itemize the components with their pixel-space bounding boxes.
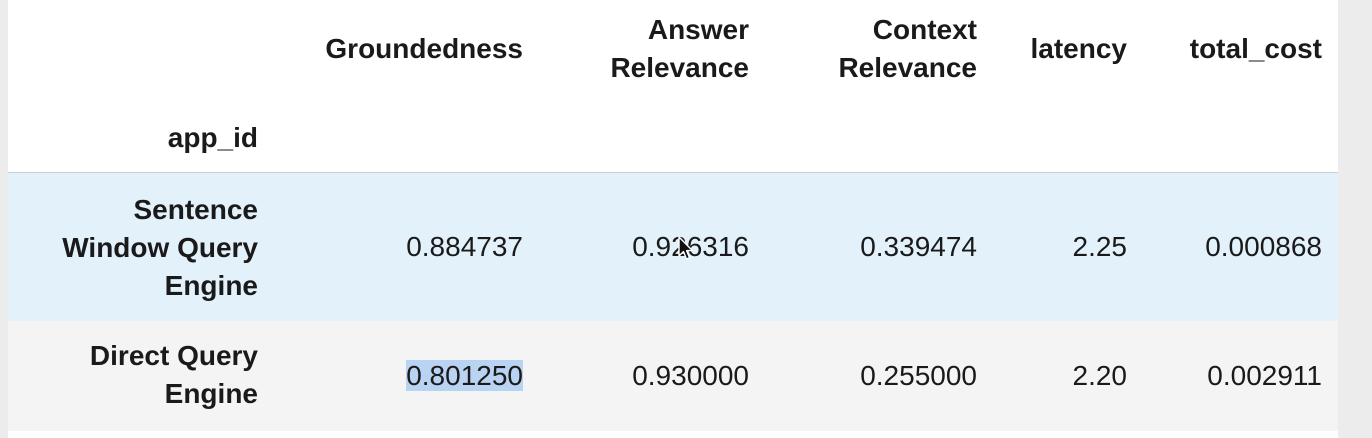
column-header-latency: latency	[1030, 33, 1128, 64]
column-header-context-relevance: Context Relevance	[838, 14, 977, 83]
row-index-label: Direct Query Engine	[89, 340, 258, 409]
table-row: Direct Query Engine 0.801250 0.930000 0.…	[8, 321, 1338, 431]
mouse-pointer-icon	[678, 236, 694, 260]
cell-latency: 2.25	[1072, 231, 1128, 262]
column-header-answer-relevance: Answer Relevance	[610, 14, 749, 83]
cell-answer-relevance: 0.930000	[632, 360, 749, 391]
selected-text[interactable]: 0.801250	[406, 360, 523, 391]
table-row: Sentence Window Query Engine 0.884737 0.…	[8, 173, 1338, 321]
column-header-groundedness: Groundedness	[325, 33, 523, 64]
cell-context-relevance: 0.255000	[860, 360, 977, 391]
cell-latency: 2.20	[1072, 360, 1128, 391]
cell-total-cost: 0.000868	[1205, 231, 1322, 262]
column-header-total-cost: total_cost	[1189, 33, 1322, 64]
row-index-label: Sentence Window Query Engine	[62, 194, 258, 301]
dataframe-table: Groundedness Answer Relevance Context Re…	[8, 0, 1338, 438]
cell-total-cost: 0.002911	[1207, 360, 1322, 391]
cell-context-relevance: 0.339474	[860, 231, 977, 262]
table-header: Groundedness Answer Relevance Context Re…	[8, 0, 1338, 173]
table-bottom-edge	[8, 431, 1338, 438]
cell-groundedness[interactable]: 0.801250	[406, 357, 523, 395]
cell-groundedness: 0.884737	[406, 231, 523, 262]
index-name-label: app_id	[167, 122, 258, 153]
